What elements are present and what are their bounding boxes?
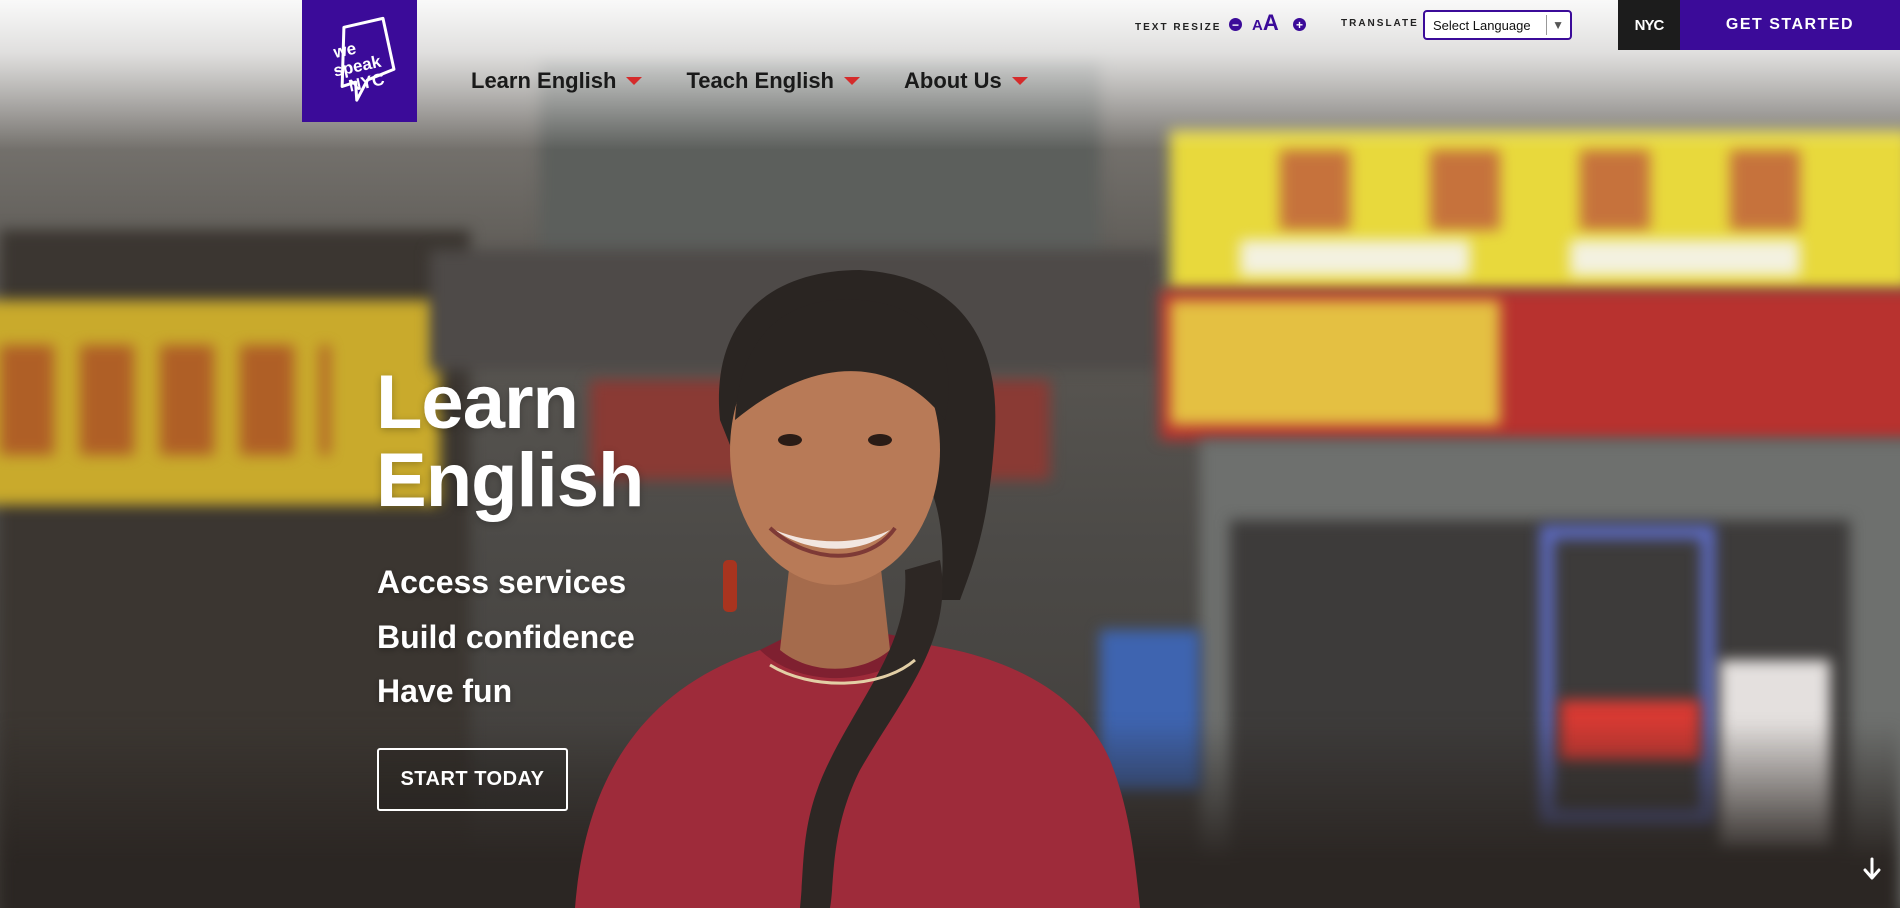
hero-title-line2: English (376, 438, 644, 523)
plus-circle-icon: + (1295, 17, 1303, 32)
language-select[interactable]: Select Language ▼ (1423, 10, 1572, 40)
hero-background (0, 0, 1900, 908)
get-started-label: GET STARTED (1725, 16, 1855, 33)
nav-item-teach-english[interactable]: Teach English (686, 68, 860, 94)
dropdown-caret-icon: ▼ (1546, 15, 1564, 35)
minus-circle-icon: − (1231, 17, 1239, 32)
language-select-value: Select Language (1433, 17, 1531, 33)
hero-bullet-list: Access services Build confidence Have fu… (377, 555, 635, 719)
hero-bullet: Have fun (377, 673, 513, 709)
chevron-down-icon (1011, 77, 1028, 85)
scroll-down-arrow-icon[interactable] (1862, 857, 1882, 883)
text-resize-decrease-button[interactable]: − (1229, 18, 1242, 31)
hero-title-line1: Learn (376, 360, 579, 445)
text-resize-large-a: A (1262, 10, 1279, 35)
wespeaknyc-logo[interactable]: we speak NYC (302, 0, 417, 122)
chevron-down-icon (844, 77, 860, 85)
nyc-gov-badge[interactable]: NYC (1618, 0, 1680, 50)
get-started-button[interactable]: GET STARTED (1680, 0, 1900, 50)
text-resize-increase-button[interactable]: + (1293, 18, 1306, 31)
nav-item-label: Learn English (471, 68, 617, 93)
logo-speech-bubble-icon: we speak NYC (330, 16, 395, 102)
nav-item-learn-english[interactable]: Learn English (471, 68, 643, 94)
hero-bullet: Access services (377, 564, 627, 600)
nav-item-label: Teach English (686, 68, 834, 93)
nav-item-about-us[interactable]: About Us (904, 68, 1028, 94)
translate-label: TRANSLATE (1341, 18, 1419, 29)
start-today-button[interactable]: START TODAY (377, 748, 568, 811)
text-resize-toggle[interactable]: AA (1252, 10, 1279, 36)
main-nav: Learn English Teach English About Us (471, 68, 1072, 94)
hero-bullet: Build confidence (377, 618, 635, 655)
hero-title: Learn English (376, 364, 776, 520)
text-resize-label: TEXT RESIZE (1135, 22, 1222, 33)
chevron-down-icon (626, 77, 643, 85)
nyc-badge-text: NYC (1634, 16, 1665, 34)
text-resize-small-a: A (1252, 17, 1263, 34)
nav-item-label: About Us (904, 68, 1002, 93)
start-today-label: START TODAY (400, 768, 545, 790)
